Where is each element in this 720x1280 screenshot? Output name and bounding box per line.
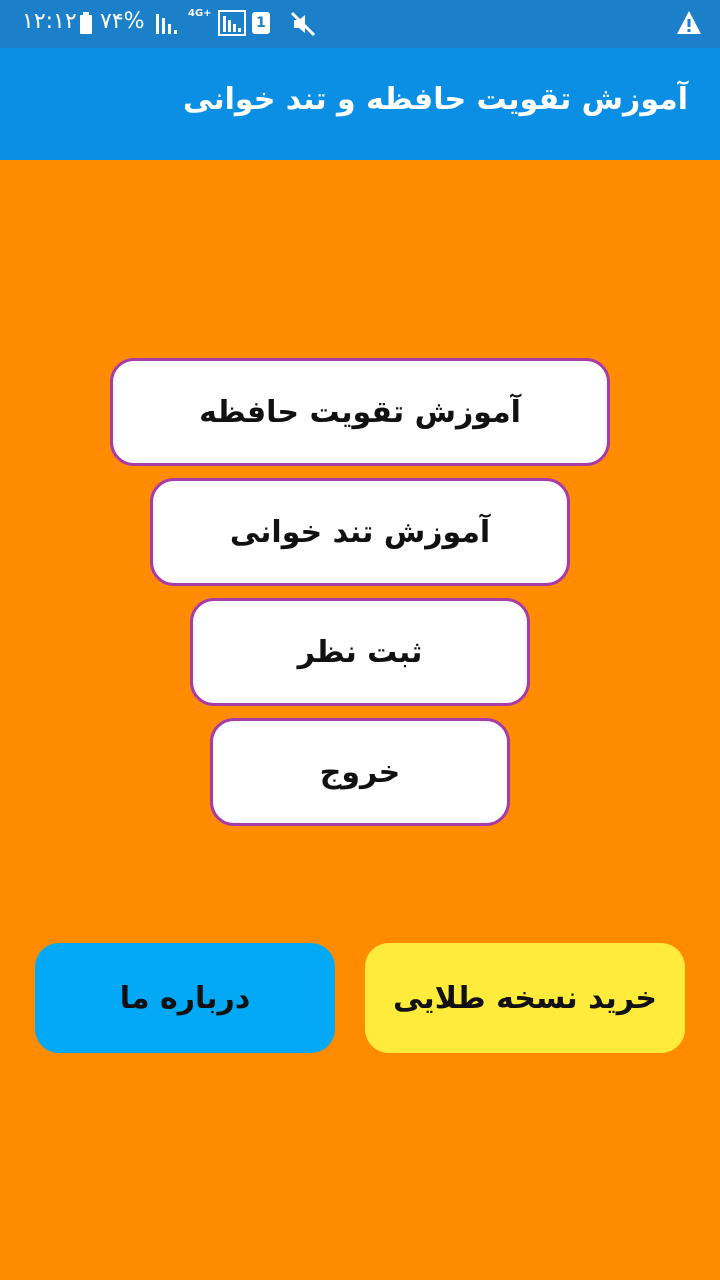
memory-training-button[interactable]: آموزش تقویت حافظه: [110, 358, 610, 466]
warning-icon: [677, 11, 701, 34]
signal-strength-icon: [218, 10, 246, 36]
sim-icon: 1: [252, 12, 270, 34]
submit-feedback-button[interactable]: ثبت نظر: [190, 598, 530, 706]
status-bar: ۱۲:۱۲ ۷۴% 4G+ 1: [0, 0, 720, 48]
app-bar: آموزش تقویت حافظه و تند خوانی: [0, 48, 720, 160]
signal-icon: [156, 14, 177, 34]
buy-gold-version-button[interactable]: خرید نسخه طلایی: [365, 943, 685, 1053]
speed-reading-button[interactable]: آموزش تند خوانی: [150, 478, 570, 586]
exit-button[interactable]: خروج: [210, 718, 510, 826]
status-time: ۱۲:۱۲: [22, 9, 77, 34]
mute-icon: [290, 11, 316, 37]
about-us-button[interactable]: درباره ما: [35, 943, 335, 1053]
app-title: آموزش تقویت حافظه و تند خوانی: [182, 82, 688, 117]
network-type-label: 4G+: [188, 8, 212, 19]
battery-percent: ۷۴%: [100, 9, 145, 34]
battery-icon: [80, 12, 92, 34]
